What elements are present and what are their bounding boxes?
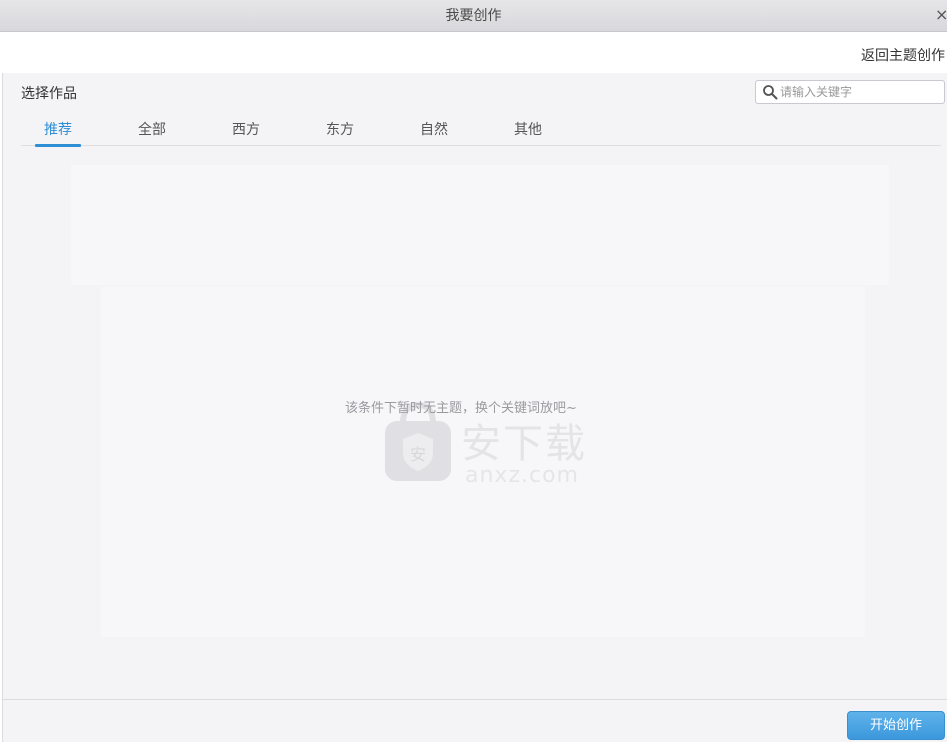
footer-bar: 开始创作 (2, 699, 947, 742)
search-box[interactable] (755, 80, 945, 104)
back-to-theme-create-link[interactable]: 返回主题创作 (861, 45, 945, 65)
watermark-url: anxz.com (465, 463, 579, 488)
search-input[interactable] (780, 83, 940, 101)
tab-label: 全部 (138, 122, 166, 138)
tab-label: 自然 (420, 122, 448, 138)
tab-label: 西方 (232, 122, 260, 138)
ghost-card-top (71, 165, 889, 285)
tab-other[interactable]: 其他 (505, 119, 551, 146)
tab-western[interactable]: 西方 (223, 119, 269, 146)
svg-text:安: 安 (410, 445, 426, 464)
top-band: 返回主题创作 (2, 33, 947, 73)
tab-label: 推荐 (44, 122, 72, 138)
create-dialog: 我要创作 × 返回主题创作 选择作品 推荐 全部 西方 东方 自然 其他 (0, 0, 947, 742)
tab-label: 东方 (326, 122, 354, 138)
close-icon[interactable]: × (935, 4, 947, 26)
window-title: 我要创作 (445, 8, 502, 24)
watermark-name: 安下载 (461, 421, 587, 467)
main-panel: 选择作品 推荐 全部 西方 东方 自然 其他 (2, 73, 947, 699)
tab-nature[interactable]: 自然 (411, 119, 457, 146)
search-icon (763, 85, 778, 100)
category-tabs: 推荐 全部 西方 东方 自然 其他 (21, 113, 941, 147)
empty-state-message: 该条件下暂时无主题，换个关键词放吧~ (345, 401, 577, 416)
tab-recommended[interactable]: 推荐 (35, 119, 81, 147)
works-content-area: 安 安下载 anxz.com 该条件下暂时无主题，换个关键词放吧~ (21, 147, 941, 699)
tab-all[interactable]: 全部 (129, 119, 175, 146)
tab-label: 其他 (514, 122, 542, 138)
tab-eastern[interactable]: 东方 (317, 119, 363, 146)
title-bar: 我要创作 × (0, 0, 947, 32)
watermark: 安 安下载 anxz.com (381, 401, 606, 521)
section-title: 选择作品 (21, 86, 77, 102)
start-create-button[interactable]: 开始创作 (847, 711, 945, 740)
